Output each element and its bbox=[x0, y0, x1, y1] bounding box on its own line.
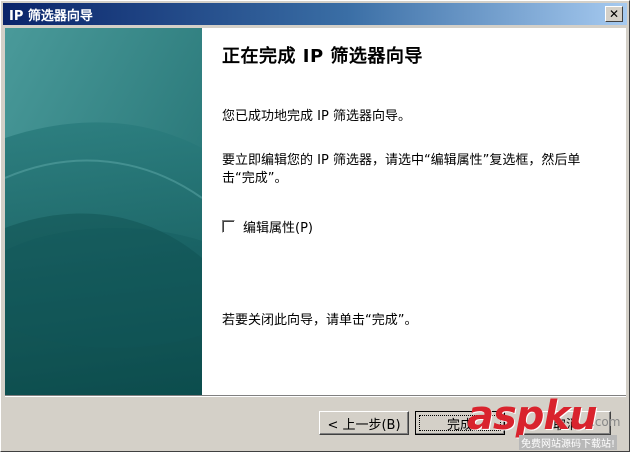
cancel-button-label: 取消 bbox=[552, 417, 579, 433]
back-button[interactable]: < 上一步(B) bbox=[319, 411, 409, 435]
cancel-button[interactable]: 取消 bbox=[521, 411, 611, 435]
edit-properties-checkbox[interactable] bbox=[222, 220, 235, 233]
wizard-content: 正在完成 IP 筛选器向导 您已成功地完成 IP 筛选器向导。 要立即编辑您的 … bbox=[202, 28, 626, 395]
close-button[interactable]: ✕ bbox=[605, 6, 623, 22]
edit-instructions: 要立即编辑您的 IP 筛选器，请选中“编辑属性”复选框，然后单击“完成”。 bbox=[222, 153, 581, 186]
edit-properties-label[interactable]: 编辑属性(P) bbox=[243, 217, 313, 236]
close-icon: ✕ bbox=[608, 7, 620, 21]
footer-separator-highlight bbox=[5, 396, 626, 397]
wizard-heading: 正在完成 IP 筛选器向导 bbox=[222, 46, 423, 67]
window-title: IP 筛选器向导 bbox=[9, 8, 93, 24]
success-message: 您已成功地完成 IP 筛选器向导。 bbox=[222, 109, 411, 124]
title-bar: IP 筛选器向导 ✕ bbox=[3, 3, 627, 25]
focus-indicator bbox=[419, 415, 501, 431]
edit-properties-row[interactable]: 编辑属性(P) bbox=[222, 217, 313, 236]
back-button-label: < 上一步(B) bbox=[327, 417, 401, 433]
finish-button[interactable]: 完成 bbox=[415, 411, 505, 435]
close-instructions: 若要关闭此向导，请单击“完成”。 bbox=[222, 313, 418, 328]
watermark-tagline: 免费网站源码下载站! bbox=[519, 435, 618, 450]
banner-graphic bbox=[5, 28, 202, 395]
wizard-side-banner bbox=[5, 28, 202, 395]
wizard-window: IP 筛选器向导 ✕ 正在完成 IP 筛选器向导 您已成功地完成 IP 筛选器向… bbox=[0, 0, 630, 452]
